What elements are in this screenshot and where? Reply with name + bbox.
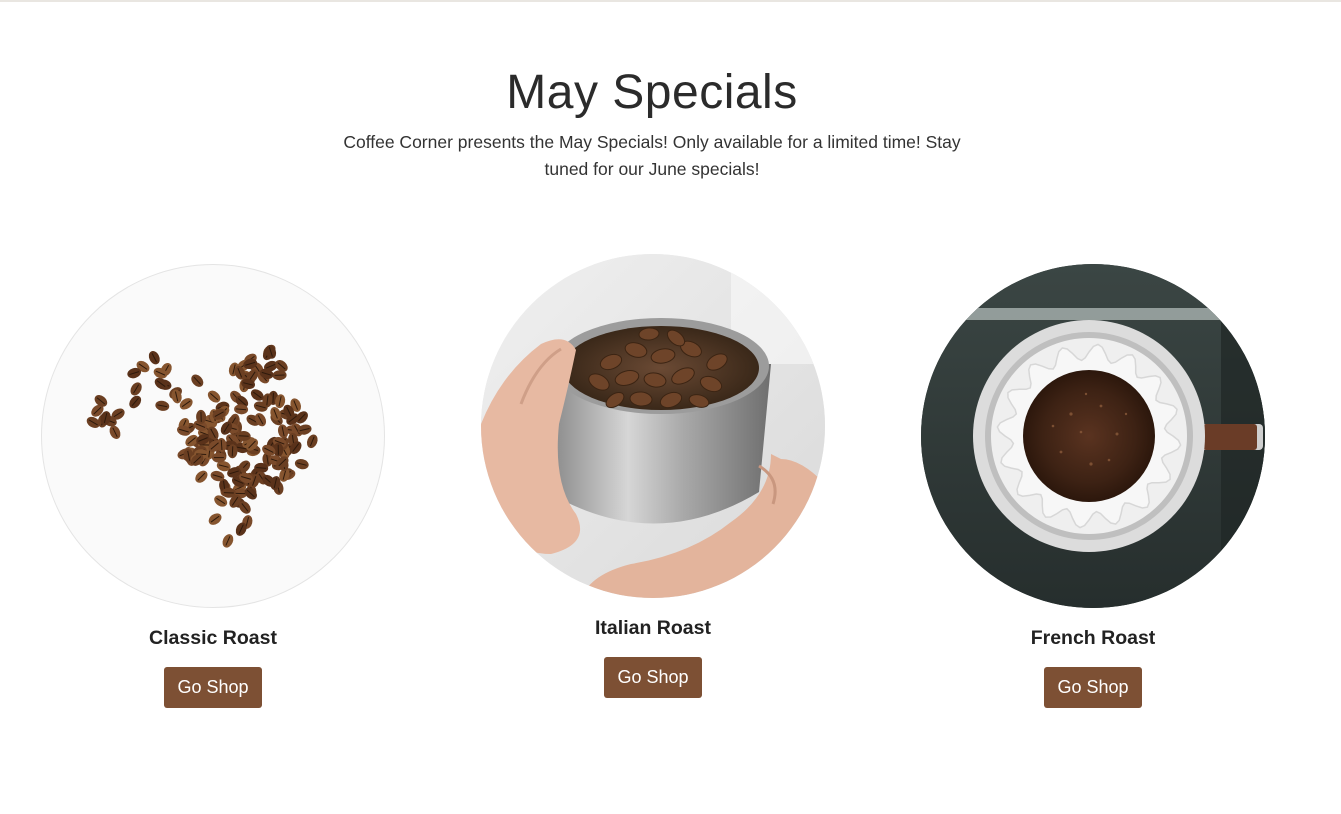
pour-over-filter-image	[921, 264, 1265, 608]
page-title: May Specials	[506, 66, 798, 119]
product-name: French Roast	[1030, 627, 1156, 649]
product-name: Classic Roast	[149, 627, 277, 649]
page-subtitle: Coffee Corner presents the May Specials!…	[343, 132, 961, 179]
coffee-beans-illustration	[86, 344, 318, 548]
go-shop-button[interactable]: Go Shop	[1044, 667, 1142, 708]
pour-over-illustration	[921, 264, 1265, 608]
go-shop-button[interactable]: Go Shop	[164, 667, 262, 708]
go-shop-button[interactable]: Go Shop	[604, 657, 702, 698]
product-name: Italian Roast	[595, 617, 711, 639]
coffee-beans-image	[41, 264, 385, 608]
tin-of-beans-illustration	[481, 254, 825, 598]
product-card-italian-roast: Italian Roast Go Shop	[481, 254, 825, 698]
product-card-french-roast: French Roast Go Shop	[921, 264, 1265, 708]
tin-of-beans-image	[481, 254, 825, 598]
product-card-classic-roast: Classic Roast Go Shop	[41, 264, 385, 708]
top-divider	[0, 0, 1341, 2]
